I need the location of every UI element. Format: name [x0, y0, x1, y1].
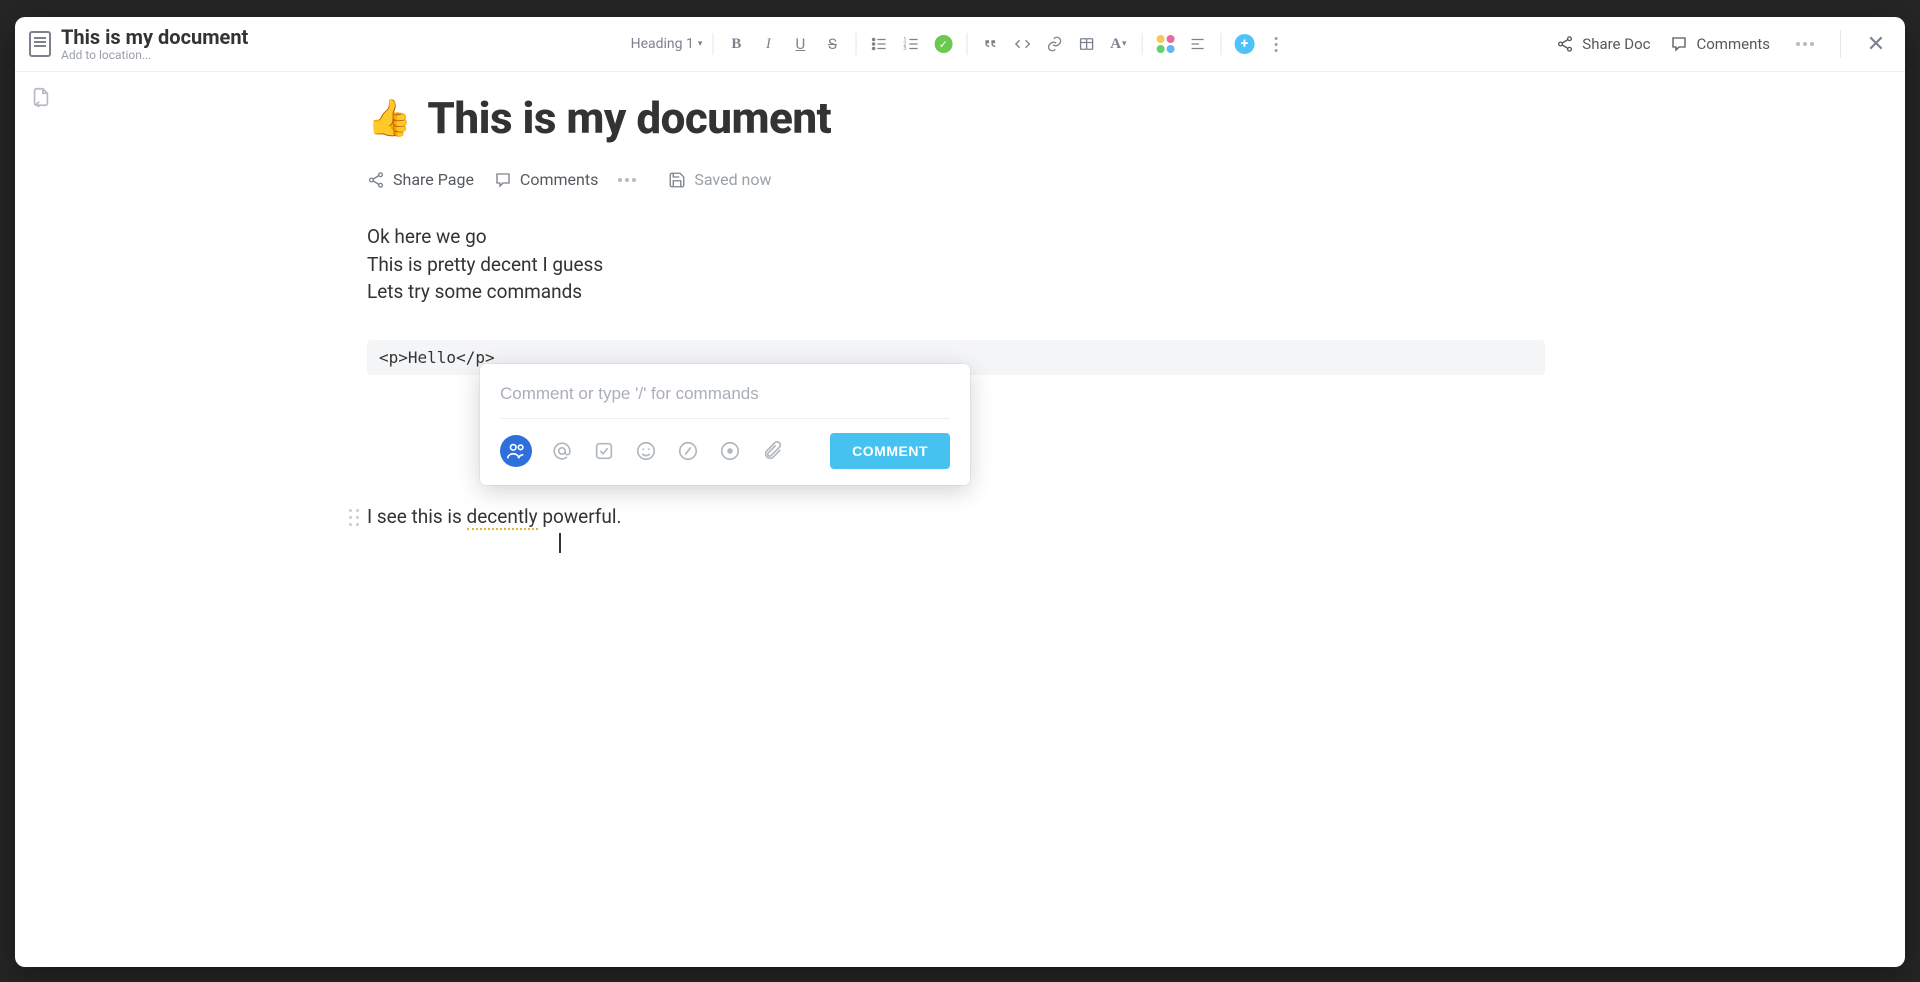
left-gutter [15, 72, 67, 967]
drag-handle-icon[interactable] [349, 509, 360, 527]
document-content-area[interactable]: 👍 This is my document Share Page Comment… [67, 72, 1905, 967]
code-button[interactable] [1009, 30, 1035, 58]
body-line: Ok here we go [367, 223, 1545, 251]
close-button[interactable]: ✕ [1861, 29, 1891, 59]
document-modal: This is my document Add to location... H… [15, 17, 1905, 967]
toolbar-separator [966, 33, 967, 55]
paragraph-block[interactable]: I see this is decently powerful. [367, 505, 1545, 528]
check-circle-icon: ✓ [934, 35, 952, 53]
record-icon [719, 440, 741, 462]
page-comments-button[interactable]: Comments [494, 170, 598, 189]
format-toolbar: Heading 1 ▾ B I U S 123 ✓ [631, 30, 1290, 58]
underline-button[interactable]: U [787, 30, 813, 58]
emoji-button[interactable] [634, 439, 658, 463]
comment-icon [1670, 35, 1688, 53]
topbar: This is my document Add to location... H… [15, 17, 1905, 72]
document-body: 👍 This is my document Share Page Comment… [15, 72, 1905, 967]
page-outline-button[interactable] [30, 86, 52, 967]
comment-icon [494, 171, 512, 189]
dots-horizontal-icon [618, 178, 636, 182]
share-doc-button[interactable]: Share Doc [1556, 35, 1650, 53]
body-text-block[interactable]: Ok here we go This is pretty decent I gu… [367, 223, 1545, 306]
svg-text:3: 3 [903, 46, 906, 52]
comment-popover: COMMENT [480, 364, 970, 485]
italic-button[interactable]: I [755, 30, 781, 58]
submit-comment-button[interactable]: COMMENT [830, 433, 950, 469]
record-button[interactable] [718, 439, 742, 463]
people-icon [505, 440, 527, 462]
document-icon [29, 31, 51, 57]
document-heading-text: This is my document [427, 92, 831, 144]
mention-button[interactable] [550, 439, 574, 463]
highlight-colors-button[interactable] [1152, 30, 1178, 58]
page-more-button[interactable] [618, 178, 636, 182]
task-icon [593, 440, 615, 462]
share-icon [367, 171, 385, 189]
bullet-list-button[interactable] [866, 30, 892, 58]
bold-button[interactable]: B [723, 30, 749, 58]
share-doc-label: Share Doc [1582, 35, 1650, 53]
thumbs-up-icon[interactable]: 👍 [367, 97, 411, 139]
document-heading[interactable]: 👍 This is my document [367, 92, 1545, 144]
popover-actions-row: COMMENT [500, 418, 950, 469]
assign-people-button[interactable] [500, 435, 532, 467]
body-line: This is pretty decent I guess [367, 251, 1545, 279]
share-page-label: Share Page [393, 170, 474, 189]
save-status-label: Saved now [694, 170, 771, 189]
chevron-down-icon: ▾ [698, 39, 703, 49]
popover-icons [500, 435, 784, 467]
attach-button[interactable] [760, 439, 784, 463]
comments-button[interactable]: Comments [1670, 35, 1770, 53]
comment-input[interactable] [500, 378, 950, 418]
dots-vertical-icon [1275, 37, 1278, 52]
text-color-button[interactable]: A▾ [1105, 30, 1131, 58]
para2-post: powerful. [538, 505, 622, 528]
add-block-button[interactable]: + [1231, 30, 1257, 58]
save-icon [668, 171, 686, 189]
body-line: Lets try some commands [367, 278, 1545, 306]
doc-title[interactable]: This is my document [61, 26, 248, 49]
toolbar-separator [1840, 30, 1841, 58]
table-button[interactable] [1073, 30, 1099, 58]
save-status: Saved now [668, 170, 771, 189]
page-comments-label: Comments [520, 170, 598, 189]
page-actions-row: Share Page Comments Saved now [367, 170, 1545, 189]
align-button[interactable] [1184, 30, 1210, 58]
task-button[interactable] [592, 439, 616, 463]
topbar-right: Share Doc Comments ✕ [1556, 29, 1891, 59]
toolbar-more-button[interactable] [1263, 30, 1289, 58]
toolbar-separator [1141, 33, 1142, 55]
dots-horizontal-icon [1796, 42, 1814, 46]
more-options-button[interactable] [1790, 29, 1820, 59]
toolbar-separator [712, 33, 713, 55]
paperclip-icon [761, 440, 783, 462]
share-icon [1556, 35, 1574, 53]
heading-select-label: Heading 1 [631, 36, 694, 52]
at-icon [551, 440, 573, 462]
numbered-list-button[interactable]: 123 [898, 30, 924, 58]
text-caret [559, 533, 561, 553]
link-button[interactable] [1041, 30, 1067, 58]
heading-select[interactable]: Heading 1 ▾ [631, 30, 703, 58]
plus-circle-icon: + [1234, 34, 1254, 54]
smile-icon [635, 440, 657, 462]
toolbar-separator [1220, 33, 1221, 55]
quote-button[interactable] [977, 30, 1003, 58]
color-swatch-icon [1156, 35, 1174, 53]
title-block: This is my document Add to location... [61, 26, 248, 63]
add-location[interactable]: Add to location... [61, 49, 248, 63]
strikethrough-button[interactable]: S [819, 30, 845, 58]
comments-label: Comments [1696, 35, 1770, 53]
slash-command-button[interactable] [676, 439, 700, 463]
checklist-button[interactable]: ✓ [930, 30, 956, 58]
close-icon: ✕ [1867, 32, 1885, 57]
slash-icon [677, 440, 699, 462]
toolbar-separator [855, 33, 856, 55]
share-page-button[interactable]: Share Page [367, 170, 474, 189]
para2-pre: I see this is [367, 505, 467, 528]
spellcheck-mark[interactable]: decently [467, 505, 538, 530]
